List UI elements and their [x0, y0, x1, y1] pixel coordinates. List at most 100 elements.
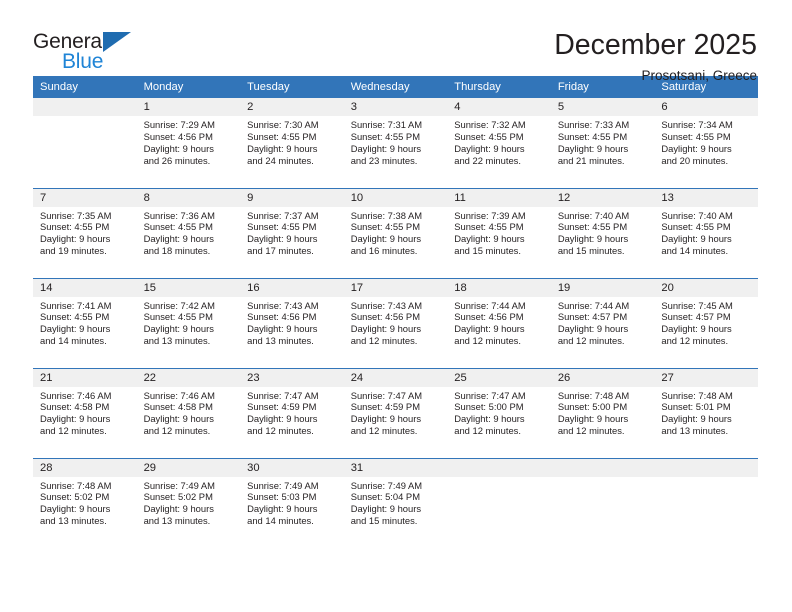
sunrise-time: Sunrise: 7:49 AM — [143, 479, 215, 491]
calendar-day-cell[interactable]: 4 Sunrise: 7:32 AM Sunset: 4:55 PM Daylight… — [447, 98, 551, 188]
daylight-duration-line1: Daylight: 9 hours — [350, 323, 422, 335]
daylight-duration-line1: Daylight: 9 hours — [247, 413, 318, 425]
general-blue-logo[interactable]: General Blue — [33, 29, 143, 75]
day-cell-content: 23 Sunrise: 7:47 AM Sunset: 4:59 PM Dayligh… — [240, 368, 344, 458]
calendar-day-cell[interactable]: 31 Sunrise: 7:49 AM Sunset: 5:04 PM Dayligh… — [343, 457, 448, 548]
sunset-time: Sunset: 4:55 PM — [557, 221, 628, 233]
daylight-duration-line1: Daylight: 9 hours — [557, 142, 629, 154]
day-sun-info: Sunrise: 7:43 AM Sunset: 4:56 PM Daylight:… — [240, 297, 344, 348]
day-sun-info: Sunrise: 7:42 AM Sunset: 4:55 PM Daylight:… — [137, 297, 241, 348]
sunset-time: Sunset: 5:04 PM — [350, 491, 420, 503]
daylight-duration-line1: Daylight: 9 hours — [143, 142, 214, 154]
calendar-day-cell[interactable]: 3 Sunrise: 7:31 AM Sunset: 4:55 PM Daylight… — [343, 98, 448, 188]
calendar-day-cell[interactable]: 17 Sunrise: 7:43 AM Sunset: 4:56 PM Dayligh… — [343, 277, 448, 368]
day-cell-content: 26 Sunrise: 7:48 AM Sunset: 5:00 PM Dayligh… — [550, 368, 655, 458]
daylight-duration-line1: Daylight: 9 hours — [40, 323, 111, 335]
day-sun-info: Sunrise: 7:41 AM Sunset: 4:55 PM Daylight:… — [33, 297, 137, 348]
daylight-duration-line1: Daylight: 9 hours — [40, 503, 111, 515]
calendar-day-cell[interactable]: 11 Sunrise: 7:39 AM Sunset: 4:55 PM Dayligh… — [447, 187, 551, 278]
day-cell-content: 8 Sunrise: 7:36 AM Sunset: 4:55 PM Daylight… — [136, 188, 241, 278]
calendar-day-cell[interactable]: 7 Sunrise: 7:35 AM Sunset: 4:55 PM Daylight… — [33, 187, 137, 278]
daylight-duration-line1: Daylight: 9 hours — [350, 142, 422, 154]
day-cell-content — [447, 458, 551, 548]
day-sun-info: Sunrise: 7:40 AM Sunset: 4:55 PM Daylight:… — [551, 207, 655, 258]
day-number: 21 — [33, 368, 137, 387]
daylight-duration-line2: and 12 minutes. — [350, 335, 418, 347]
calendar-body: 1 Sunrise: 7:29 AM Sunset: 4:56 PM Daylight… — [33, 98, 758, 548]
calendar-day-cell[interactable]: 16 Sunrise: 7:43 AM Sunset: 4:56 PM Dayligh… — [240, 277, 344, 368]
sunset-time: Sunset: 4:56 PM — [247, 311, 317, 323]
day-sun-info: Sunrise: 7:39 AM Sunset: 4:55 PM Daylight:… — [447, 207, 551, 258]
daylight-duration-line2: and 14 minutes. — [40, 335, 107, 347]
sunset-time: Sunset: 4:55 PM — [350, 221, 420, 233]
calendar-day-cell[interactable]: 19 Sunrise: 7:44 AM Sunset: 4:57 PM Dayligh… — [550, 277, 655, 368]
calendar-day-cell[interactable]: 27 Sunrise: 7:48 AM Sunset: 5:01 PM Dayligh… — [654, 367, 758, 458]
daylight-duration-line1: Daylight: 9 hours — [40, 233, 111, 245]
calendar-day-cell[interactable]: 28 Sunrise: 7:48 AM Sunset: 5:02 PM Dayligh… — [33, 457, 137, 548]
day-cell-content: 31 Sunrise: 7:49 AM Sunset: 5:04 PM Dayligh… — [343, 458, 448, 548]
daylight-duration-line2: and 12 minutes. — [454, 335, 521, 347]
daylight-duration-line2: and 22 minutes. — [454, 154, 521, 166]
day-number: 31 — [343, 458, 448, 477]
day-sun-info: Sunrise: 7:49 AM Sunset: 5:02 PM Daylight:… — [137, 477, 241, 528]
calendar-day-cell[interactable]: 24 Sunrise: 7:47 AM Sunset: 4:59 PM Dayligh… — [343, 367, 448, 458]
calendar-day-cell-empty — [654, 457, 758, 548]
calendar-week-row: 28 Sunrise: 7:48 AM Sunset: 5:02 PM Dayligh… — [33, 457, 758, 548]
daylight-duration-line2: and 12 minutes. — [40, 425, 107, 437]
daylight-duration-line2: and 18 minutes. — [143, 245, 211, 257]
calendar-day-cell[interactable]: 10 Sunrise: 7:38 AM Sunset: 4:55 PM Dayligh… — [343, 187, 448, 278]
daylight-duration-line1: Daylight: 9 hours — [350, 413, 422, 425]
calendar-day-cell[interactable]: 6 Sunrise: 7:34 AM Sunset: 4:55 PM Daylight… — [654, 98, 758, 188]
day-number: 24 — [343, 368, 448, 387]
calendar-day-cell[interactable]: 1 Sunrise: 7:29 AM Sunset: 4:56 PM Daylight… — [136, 98, 241, 188]
calendar-day-cell[interactable]: 25 Sunrise: 7:47 AM Sunset: 5:00 PM Dayligh… — [447, 367, 551, 458]
logo-text-blue: Blue — [62, 50, 104, 73]
sunrise-time: Sunrise: 7:30 AM — [247, 119, 319, 130]
sunset-time: Sunset: 4:58 PM — [40, 401, 110, 413]
calendar-day-cell[interactable]: 5 Sunrise: 7:33 AM Sunset: 4:55 PM Daylight… — [550, 98, 655, 188]
day-sun-info: Sunrise: 7:49 AM Sunset: 5:03 PM Daylight:… — [240, 477, 344, 528]
day-cell-content — [33, 98, 137, 187]
calendar-week-row: 21 Sunrise: 7:46 AM Sunset: 4:58 PM Dayligh… — [33, 367, 758, 458]
daylight-duration-line1: Daylight: 9 hours — [661, 142, 732, 154]
calendar-day-cell[interactable]: 8 Sunrise: 7:36 AM Sunset: 4:55 PM Daylight… — [136, 187, 241, 278]
daylight-duration-line2: and 26 minutes. — [143, 154, 211, 166]
day-number: 16 — [240, 278, 344, 297]
calendar-day-cell[interactable]: 30 Sunrise: 7:49 AM Sunset: 5:03 PM Dayligh… — [240, 457, 344, 548]
calendar-day-cell[interactable]: 18 Sunrise: 7:44 AM Sunset: 4:56 PM Dayligh… — [447, 277, 551, 368]
calendar-day-cell[interactable]: 26 Sunrise: 7:48 AM Sunset: 5:00 PM Dayligh… — [550, 367, 655, 458]
daylight-duration-line2: and 15 minutes. — [454, 245, 521, 257]
calendar-day-cell[interactable]: 13 Sunrise: 7:40 AM Sunset: 4:55 PM Dayligh… — [654, 187, 758, 278]
day-number: 25 — [447, 368, 551, 387]
day-number: 4 — [447, 98, 551, 116]
day-number: 17 — [343, 278, 448, 297]
sunset-time: Sunset: 5:00 PM — [454, 401, 524, 413]
daylight-duration-line2: and 15 minutes. — [350, 515, 418, 527]
sunset-time: Sunset: 4:55 PM — [661, 130, 731, 142]
day-number: 8 — [136, 188, 241, 207]
day-sun-info: Sunrise: 7:36 AM Sunset: 4:55 PM Daylight:… — [137, 207, 241, 258]
sunset-time: Sunset: 5:02 PM — [40, 491, 110, 503]
calendar-day-cell[interactable]: 21 Sunrise: 7:46 AM Sunset: 4:58 PM Dayligh… — [33, 367, 137, 458]
calendar-day-cell[interactable]: 22 Sunrise: 7:46 AM Sunset: 4:58 PM Dayligh… — [136, 367, 241, 458]
sunset-time: Sunset: 4:56 PM — [350, 311, 420, 323]
calendar-day-cell[interactable]: 29 Sunrise: 7:49 AM Sunset: 5:02 PM Dayligh… — [136, 457, 241, 548]
calendar-day-cell[interactable]: 14 Sunrise: 7:41 AM Sunset: 4:55 PM Dayligh… — [33, 277, 137, 368]
day-number: 15 — [136, 278, 241, 297]
calendar-day-cell[interactable]: 20 Sunrise: 7:45 AM Sunset: 4:57 PM Dayligh… — [654, 277, 758, 368]
day-sun-info: Sunrise: 7:48 AM Sunset: 5:00 PM Daylight:… — [551, 387, 655, 438]
calendar-day-cell[interactable]: 12 Sunrise: 7:40 AM Sunset: 4:55 PM Dayligh… — [550, 187, 655, 278]
daylight-duration-line2: and 21 minutes. — [557, 154, 625, 166]
sunrise-time: Sunrise: 7:40 AM — [557, 209, 630, 221]
calendar-day-cell[interactable]: 9 Sunrise: 7:37 AM Sunset: 4:55 PM Daylight… — [240, 187, 344, 278]
sunrise-time: Sunrise: 7:33 AM — [557, 119, 630, 130]
day-sun-info: Sunrise: 7:40 AM Sunset: 4:55 PM Daylight:… — [654, 207, 758, 258]
day-sun-info: Sunrise: 7:34 AM Sunset: 4:55 PM Daylight:… — [654, 116, 758, 167]
daylight-duration-line1: Daylight: 9 hours — [247, 323, 318, 335]
calendar-day-cell[interactable]: 23 Sunrise: 7:47 AM Sunset: 4:59 PM Dayligh… — [240, 367, 344, 458]
calendar-day-cell[interactable]: 2 Sunrise: 7:30 AM Sunset: 4:55 PM Daylight… — [240, 98, 344, 188]
day-number: 3 — [343, 98, 448, 116]
day-sun-info: Sunrise: 7:43 AM Sunset: 4:56 PM Daylight:… — [344, 297, 448, 348]
sunrise-time: Sunrise: 7:48 AM — [557, 389, 630, 401]
calendar-day-cell[interactable]: 15 Sunrise: 7:42 AM Sunset: 4:55 PM Dayligh… — [136, 277, 241, 368]
